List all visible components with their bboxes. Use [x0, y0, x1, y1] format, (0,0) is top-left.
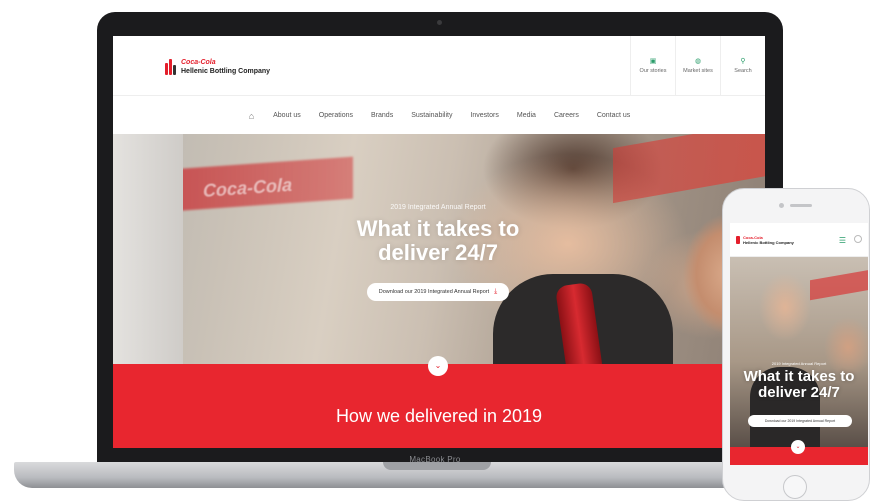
nav-item-contact-us[interactable]: Contact us: [588, 112, 639, 119]
nav-item-operations[interactable]: Operations: [310, 112, 362, 119]
nav-item-investors[interactable]: Investors: [461, 112, 507, 119]
our-stories-link[interactable]: ▣ Our stories: [630, 36, 675, 96]
phone-speaker: [790, 204, 812, 207]
laptop-camera: [437, 20, 442, 25]
download-report-button[interactable]: Download our 2019 Integrated Annual Repo…: [366, 283, 510, 301]
download-icon: ⤓: [494, 288, 498, 295]
search-link[interactable]: ⚲ Search: [720, 36, 765, 96]
market-sites-label: Market sites: [683, 67, 713, 74]
laptop-screen: Coca-Cola Hellenic Bottling Company ▣ Ou…: [113, 36, 765, 448]
section-title: How we delivered in 2019: [335, 406, 543, 426]
utility-links: ▣ Our stories ◍ Market sites ⚲ Search: [630, 36, 765, 96]
scroll-down-icon[interactable]: ⌄: [428, 356, 448, 376]
site-header: Coca-Cola Hellenic Bottling Company ▣ Ou…: [113, 36, 765, 96]
search-icon: ⚲: [740, 57, 746, 65]
hero-kicker: 2019 Integrated Annual Report: [390, 204, 486, 211]
market-sites-link[interactable]: ◍ Market sites: [675, 36, 720, 96]
hero-photo-person-left: [113, 134, 183, 364]
logo-line-2: Hellenic Bottling Company: [181, 68, 271, 75]
phone-brand-logo[interactable]: Coca-Cola Hellenic Bottling Company: [736, 235, 794, 245]
home-icon[interactable]: ⌂: [239, 111, 264, 121]
our-stories-label: Our stories: [639, 67, 667, 74]
phone-home-button[interactable]: [783, 475, 807, 499]
phone-hero-kicker: 2019 Integrated Annual Report: [771, 361, 827, 366]
phone-screen: Coca-Cola Hellenic Bottling Company ☰ 20…: [730, 223, 868, 465]
phone-logo-line-2: Hellenic Bottling Company: [743, 240, 794, 245]
hero-title: What it takes to deliver 24/7: [356, 216, 520, 265]
main-nav: ⌂ About us Operations Brands Sustainabil…: [113, 97, 765, 134]
phone-camera: [779, 203, 784, 208]
phone-download-report-button[interactable]: Download our 2019 Integrated Annual Repo…: [748, 415, 852, 427]
markets-icon: ◍: [694, 57, 702, 65]
nav-item-media[interactable]: Media: [508, 112, 545, 119]
hamburger-menu-icon[interactable]: ☰: [839, 236, 846, 245]
phone-scroll-down-icon[interactable]: ⌄: [791, 440, 805, 454]
nav-item-careers[interactable]: Careers: [545, 112, 588, 119]
nav-item-brands[interactable]: Brands: [362, 112, 402, 119]
hero-content: 2019 Integrated Annual Report What it ta…: [333, 204, 543, 301]
phone-hero-title: What it takes to deliver 24/7: [743, 368, 855, 401]
logo-mark-icon: [165, 59, 176, 75]
download-report-label: Download our 2019 Integrated Annual Repo…: [378, 289, 490, 295]
hero-banner: Coca-Cola 2019 Integrated Annual Report …: [113, 134, 765, 364]
brand-logo[interactable]: Coca-Cola Hellenic Bottling Company: [165, 58, 270, 76]
phone-logo-mark-icon: [736, 236, 740, 244]
nav-item-about-us[interactable]: About us: [264, 112, 310, 119]
logo-line-1: Coca-Cola: [181, 59, 216, 66]
search-label: Search: [734, 67, 752, 74]
phone-header: Coca-Cola Hellenic Bottling Company ☰: [730, 223, 868, 257]
phone-hero: 2019 Integrated Annual Report What it ta…: [730, 257, 868, 447]
phone-search-icon[interactable]: [854, 235, 862, 243]
stories-icon: ▣: [649, 57, 657, 65]
nav-item-sustainability[interactable]: Sustainability: [402, 112, 461, 119]
phone-hero-sign: [810, 269, 868, 301]
